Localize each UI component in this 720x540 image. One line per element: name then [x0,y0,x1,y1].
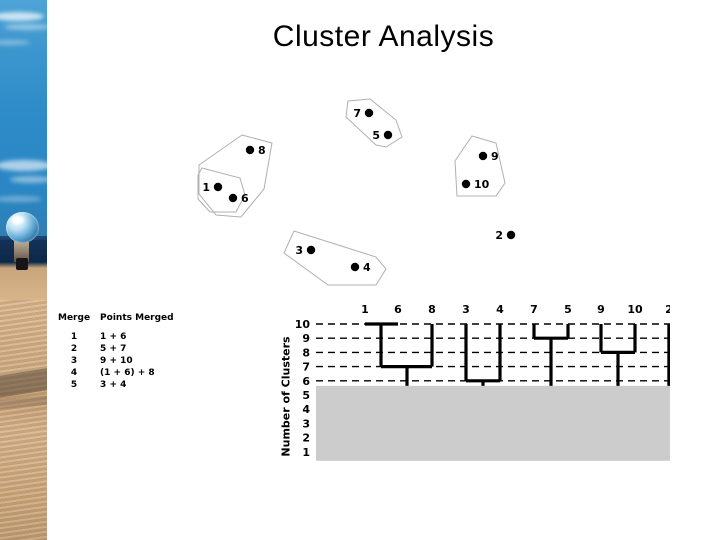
leaf-label-10: 10 [627,305,643,316]
table-row: 4 (1 + 6) + 8 [58,368,174,380]
dendrogram-svg: 10987654321 1 6 8 3 4 7 5 9 10 2 [295,305,670,461]
cell-points-merged: 1 + 6 [100,332,127,342]
leaf-label-4: 4 [496,305,504,316]
leaf-labels: 1 6 8 3 4 7 5 9 10 2 [361,305,670,316]
scatter-point-label-5: 5 [372,129,380,142]
cell-points-merged: 5 + 7 [100,344,127,354]
cloud-shape [0,160,47,171]
leaf-label-9: 9 [597,305,605,316]
y-tick-label-6: 6 [302,375,310,388]
y-axis-ticks: 1098 76543 21 [295,318,311,459]
scatter-svg: 1 2 3 4 5 6 7 8 9 10 [197,98,516,286]
cell-merge-index: 2 [70,344,78,354]
scatter-point-6 [228,193,238,203]
y-tick-label-8: 8 [302,346,310,359]
scatter-point-label-4: 4 [363,261,371,274]
y-tick-label-7: 7 [302,361,310,374]
sphere-base [16,258,28,270]
sphere-highlight [12,216,24,224]
slide-canvas: Cluster Analysis 1 2 3 4 5 6 7 8 9 10 Merge Point… [0,0,720,540]
template-photo-strip [0,0,47,540]
merge-table-element: Merge Points Merged 1 1 + 6 2 5 + 7 3 9 + 10 4… [58,313,174,392]
leaf-label-2: 2 [665,305,670,316]
scatter-point-2 [506,230,516,240]
merge-sequence-table: Merge Points Merged 1 1 + 6 2 5 + 7 3 9 + 10 4… [58,313,174,392]
scatter-point-label-7: 7 [353,107,361,120]
cloud-shape [10,176,47,183]
leaf-label-3: 3 [462,305,470,316]
y-tick-label-2: 2 [302,432,310,445]
y-tick-label-4: 4 [302,403,310,416]
table-row: 3 9 + 10 [58,356,174,368]
table-row: 5 3 + 4 [58,380,174,392]
scatter-point-1 [213,182,223,192]
leaf-label-1: 1 [361,305,369,316]
scatter-point-8 [245,145,255,155]
dendrogram-tree [365,322,670,395]
cloud-shape [4,24,47,30]
cell-merge-index: 1 [70,332,78,342]
column-header-merge: Merge [58,313,91,323]
leaf-label-5: 5 [564,305,572,316]
sand-ripples [0,300,47,540]
scatter-point-label-6: 6 [241,192,249,205]
cell-points-merged: (1 + 6) + 8 [100,368,155,378]
scatter-point-7 [364,108,374,118]
cloud-shape [0,40,30,45]
leaf-label-7: 7 [530,305,538,316]
scatter-point-4 [350,262,360,272]
dendrogram-chart: Number of Clusters 10 9 8 7 6 5 4 3 2 1 168347591… [280,305,670,490]
cell-merge-index: 5 [70,380,78,390]
scatter-point-5 [383,130,393,140]
scatter-point-label-1: 1 [202,181,210,194]
cell-points-merged: 3 + 4 [100,380,127,390]
leaf-label-6: 6 [394,305,402,316]
leaf-label-8: 8 [428,305,436,316]
scatter-point-10 [461,179,471,189]
scatter-point-label-10: 10 [474,178,490,191]
gray-cover-box [316,385,670,461]
y-tick-label-5: 5 [302,389,310,402]
cell-merge-index: 4 [70,368,78,378]
column-header-points-merged: Points Merged [100,313,174,323]
scatter-point-3 [306,245,316,255]
cloud-shape [0,12,44,21]
y-tick-label-9: 9 [302,332,310,345]
scatter-point-label-2: 2 [495,229,503,242]
scatter-point-label-3: 3 [295,244,303,257]
merge-table-body: 1 1 + 6 2 5 + 7 3 9 + 10 4 (1 + 6) + 8 5 3 + 4 [58,332,174,392]
cluster-outline-3-4 [283,230,387,286]
scatter-point-9 [478,151,488,161]
cell-points-merged: 9 + 10 [100,356,133,366]
table-row: 1 1 + 6 [58,332,174,344]
table-header-row: Merge Points Merged [58,313,174,332]
scatter-point-label-9: 9 [491,150,499,163]
cell-merge-index: 3 [70,356,78,366]
gray-cover-box [316,385,670,461]
scatter-points: 1 2 3 4 5 6 7 8 9 10 [202,107,516,274]
page-title: Cluster Analysis [272,20,495,53]
y-tick-label-1: 1 [302,446,310,459]
cloud-shape [0,196,42,202]
cluster-scatter-plot: 1 2 3 4 5 6 7 8 9 10 [180,95,540,290]
y-tick-label-3: 3 [302,417,310,430]
y-tick-label-10: 10 [295,318,311,331]
scatter-point-label-8: 8 [258,144,266,157]
table-row: 2 5 + 7 [58,344,174,356]
